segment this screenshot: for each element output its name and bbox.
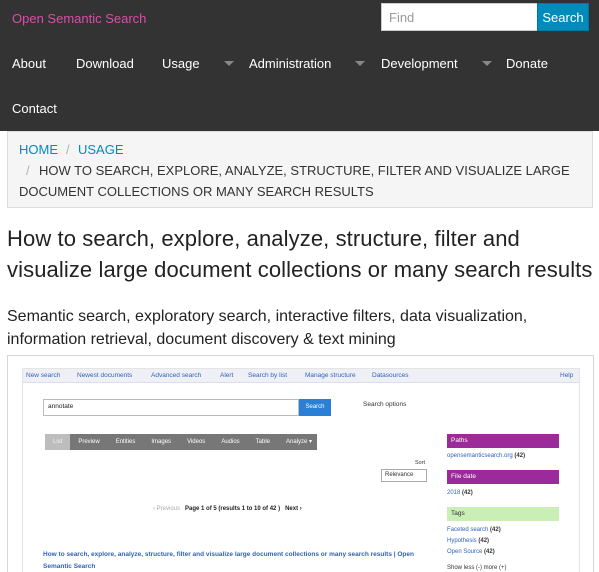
nav-usage[interactable]: Usage: [162, 56, 234, 71]
screenshot-query: annotate: [43, 399, 299, 416]
breadcrumb-home-link[interactable]: Home: [19, 142, 58, 157]
nav-about-label: About: [12, 56, 46, 71]
screenshot-facet-link: Open Source (42): [447, 549, 495, 555]
screenshot-facet-tags: Tags: [447, 507, 559, 521]
screenshot-menu-item: Datasources: [372, 372, 409, 379]
screenshot-pager: ‹ Previous Page 1 of 5 (results 1 to 10 …: [153, 506, 302, 512]
breadcrumb-separator: /: [26, 163, 30, 178]
screenshot-facet-paths: Paths: [447, 434, 559, 448]
screenshot-image: New search Newest documents Advanced sea…: [7, 355, 594, 572]
screenshot-menu-item: Manage structure: [305, 372, 356, 379]
screenshot-menu-item: Newest documents: [77, 372, 133, 379]
screenshot-facet-link: Hypothesis (42): [447, 538, 489, 544]
screenshot-facet-file-date: File date: [447, 470, 559, 484]
screenshot-facet-count: (42): [490, 527, 501, 533]
chevron-down-icon: [223, 61, 234, 66]
screenshot-tab: Entities: [115, 439, 136, 445]
screenshot-facet-count: (42): [514, 453, 526, 459]
chevron-down-icon: [355, 61, 366, 66]
search-input[interactable]: [381, 3, 537, 31]
site-search-form: Search: [381, 3, 589, 31]
screenshot-search-options: Search options: [363, 401, 407, 408]
nav-contact[interactable]: Contact: [12, 101, 57, 116]
screenshot-facet-link: Faceted search (42): [447, 527, 501, 533]
screenshot-facet-show-more: Show less (-) more (+): [447, 565, 507, 571]
top-navbar: Open Semantic Search Search About Downlo…: [0, 0, 599, 131]
nav-administration-label: Administration: [249, 56, 332, 71]
breadcrumb: Home / Usage / How to search, explore, a…: [7, 131, 593, 208]
nav-development-label: Development: [381, 56, 458, 71]
chevron-down-icon: [481, 61, 492, 66]
screenshot-menu-item: New search: [26, 372, 61, 379]
screenshot-facet-link: 2018 (42): [447, 490, 473, 496]
nav-download[interactable]: Download: [76, 56, 134, 71]
screenshot-facet-label: Faceted search: [447, 527, 489, 533]
screenshot-tab: Analyze ▾: [286, 439, 313, 445]
nav-usage-label: Usage: [162, 56, 200, 71]
screenshot-facet-count: (42): [484, 549, 495, 555]
screenshot-view-tabs: List Preview Entities Images Videos Audi…: [45, 434, 317, 450]
screenshot-tab: Preview: [78, 439, 100, 445]
screenshot-facet-count: (42): [478, 538, 490, 544]
screenshot-facet-link: opensemanticsearch.org (42): [447, 453, 525, 459]
brand-link[interactable]: Open Semantic Search: [12, 11, 146, 26]
nav-about[interactable]: About: [12, 56, 46, 71]
breadcrumb-separator: /: [66, 142, 70, 157]
screenshot-menu-item: Advanced search: [151, 372, 202, 379]
nav-development[interactable]: Development: [381, 56, 492, 71]
breadcrumb-current: How to search, explore, analyze, structu…: [39, 163, 570, 178]
screenshot-menu-item: Help: [560, 372, 574, 379]
nav-administration[interactable]: Administration: [249, 56, 366, 71]
screenshot-facet-count: (42): [462, 490, 473, 496]
screenshot-tab: Audios: [221, 439, 240, 445]
screenshot-menu-item: Alert: [220, 372, 234, 379]
screenshot-result-title: How to search, explore, analyze, structu…: [43, 551, 414, 570]
screenshot-pager-next: Next ›: [285, 506, 302, 512]
screenshot-search-button: Search: [299, 399, 331, 416]
nav-contact-label: Contact: [12, 101, 57, 116]
screenshot-facet-label: Hypothesis: [447, 538, 477, 544]
screenshot-pager-prev: ‹ Previous: [153, 506, 181, 512]
screenshot-facet-label: 2018: [447, 490, 461, 496]
screenshot-tab: Videos: [187, 439, 206, 445]
screenshot-sort-select: Relevance: [381, 469, 427, 482]
nav-donate[interactable]: Donate: [506, 56, 548, 71]
nav-donate-label: Donate: [506, 56, 548, 71]
screenshot-search-ui: New search Newest documents Advanced sea…: [22, 368, 580, 572]
nav-download-label: Download: [76, 56, 134, 71]
page-subtitle: Semantic search, exploratory search, int…: [7, 308, 528, 348]
page-title: How to search, explore, analyze, structu…: [7, 226, 593, 282]
screenshot-facet-label: Open Source: [447, 549, 483, 555]
breadcrumb-usage-link[interactable]: Usage: [78, 142, 124, 157]
screenshot-menu-item: Search by list: [248, 372, 288, 379]
screenshot-tab: List: [45, 434, 71, 450]
screenshot-menu: New search Newest documents Advanced sea…: [23, 369, 579, 383]
screenshot-pager-status: Page 1 of 5 (results 1 to 10 of 42 ): [185, 506, 281, 512]
screenshot-facet-label: opensemanticsearch.org: [447, 453, 513, 459]
screenshot-tab: Images: [151, 439, 172, 445]
screenshot-tab: Table: [255, 439, 271, 445]
search-button[interactable]: Search: [537, 3, 589, 31]
breadcrumb-current: document collections or many search resu…: [19, 184, 374, 199]
screenshot-sort-label: Sort: [415, 460, 426, 466]
